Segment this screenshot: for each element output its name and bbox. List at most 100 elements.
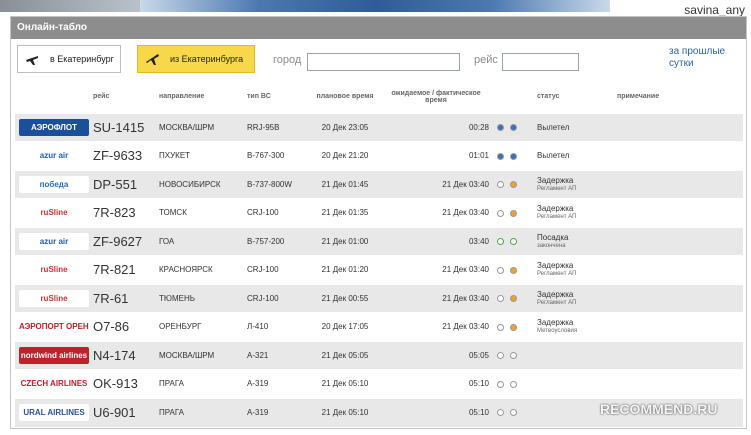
- panel-title: Онлайн-табло: [11, 17, 746, 39]
- airline-logo-cell: CZECH AIRLINES: [15, 370, 89, 399]
- col-note: примечание: [617, 93, 660, 101]
- top-background-left: [0, 0, 140, 12]
- status-indicators: [493, 370, 533, 399]
- airline-logo-cell: azur air: [15, 227, 89, 256]
- flights-table: рейс направление тип ВС плановое время о…: [15, 81, 743, 427]
- status-indicators: [493, 398, 533, 427]
- direction: ГОА: [159, 236, 175, 246]
- note-cell: [613, 341, 743, 370]
- direction: ПРАГА: [159, 379, 185, 389]
- status-text: Посадка: [537, 232, 569, 242]
- table-row: azur air ZF-9633 ПХУКЕТ B-767-300 20 Дек 21:…: [15, 141, 743, 171]
- status-text: Задержка: [537, 318, 574, 328]
- expected-time: 05:10: [468, 408, 489, 417]
- airline-logo: CZECH AIRLINES: [19, 375, 89, 393]
- note-cell: [613, 284, 743, 313]
- planned-time: 20 Дек 23:05: [321, 122, 369, 132]
- airline-logo-cell: АЭРОФЛОТ: [15, 113, 89, 142]
- status-dot-icon: [497, 380, 504, 388]
- table-row: АЭРОПОРТ ОРЕНБУРГO7-86 ОРЕНБУРГ Л-410 20 Де…: [15, 312, 743, 342]
- status-indicators: [493, 284, 533, 313]
- status-indicators: [493, 170, 533, 199]
- col-direction: направление: [159, 93, 205, 101]
- status-cell: Задержка Регламент АП: [533, 199, 613, 228]
- aircraft-type: CRJ-100: [247, 293, 279, 303]
- past-day-link[interactable]: за прошлые сутки: [669, 46, 743, 70]
- status-text: Вылетел: [537, 122, 570, 132]
- table-row: ruSline 7R-823 ТОМСК CRJ-100 21 Дек 01:35 21 …: [15, 198, 743, 228]
- expected-time: 21 Дек 03:40: [442, 265, 489, 275]
- plane-departure-icon: [146, 54, 159, 65]
- flight-number: OK-913: [93, 376, 138, 392]
- plane-arrival-icon: [26, 56, 38, 65]
- status-dot-icon: [497, 238, 504, 246]
- airline-logo: ruSline: [19, 289, 89, 307]
- user-watermark: savina_any: [684, 3, 745, 17]
- table-row: ruSline 7R-821 КРАСНОЯРСК CRJ-100 21 Дек 01:…: [15, 255, 743, 285]
- status-text: Задержка: [537, 204, 574, 214]
- airline-logo: ruSline: [19, 261, 89, 279]
- status-text: Задержка: [537, 175, 574, 185]
- flight-number: SU-1415: [93, 119, 145, 135]
- planned-time: 21 Дек 05:10: [321, 379, 369, 389]
- status-indicators: [493, 142, 533, 171]
- status-dot-icon: [497, 152, 504, 160]
- direction: НОВОСИБИРСК: [159, 179, 221, 189]
- status-reason: Регламент АП: [537, 271, 577, 278]
- planned-time: 20 Дек 17:05: [321, 322, 369, 332]
- status-dot-icon: [510, 152, 517, 160]
- status-reason: Метеоусловия: [537, 328, 578, 335]
- status-indicators: [493, 313, 533, 342]
- flight-number: ZF-9633: [93, 148, 143, 164]
- expected-time: 21 Дек 03:40: [442, 208, 489, 218]
- status-cell: [533, 370, 613, 399]
- status-cell: Задержка Регламент АП: [533, 256, 613, 285]
- airline-logo-cell: ruSline: [15, 284, 89, 313]
- status-indicators: [493, 113, 533, 142]
- departures-button[interactable]: из Екатеринбурга: [137, 45, 255, 73]
- expected-time: 03:40: [468, 236, 489, 246]
- aircraft-type: B-757-200: [247, 236, 285, 246]
- note-cell: [613, 227, 743, 256]
- table-row: ruSline 7R-61 ТЮМЕНЬ CRJ-100 21 Дек 00:55 21 …: [15, 284, 743, 313]
- aircraft-type: B-767-300: [247, 151, 285, 161]
- direction: МОСКВА/ШРМ: [159, 122, 215, 132]
- table-row: АЭРОФЛОТ SU-1415 МОСКВА/ШРМ RRJ-95B 20 Дек 2…: [15, 113, 743, 142]
- aircraft-type: A-319: [247, 408, 269, 417]
- airline-logo-cell: победа: [15, 170, 89, 199]
- status-text: Задержка: [537, 289, 574, 299]
- airline-logo-cell: ruSline: [15, 256, 89, 285]
- city-input[interactable]: [307, 53, 460, 71]
- planned-time: 20 Дек 21:20: [321, 151, 369, 161]
- arrivals-button[interactable]: в Екатеринбург: [17, 45, 121, 73]
- status-reason: Регламент АП: [537, 214, 577, 221]
- status-text: Задержка: [537, 261, 574, 271]
- status-dot-icon: [510, 124, 517, 132]
- expected-time: 00:28: [468, 122, 489, 132]
- note-cell: [613, 170, 743, 199]
- note-cell: [613, 313, 743, 342]
- flight-number: N4-174: [93, 347, 136, 363]
- col-status: статус: [537, 93, 560, 101]
- direction: МОСКВА/ШРМ: [159, 350, 215, 360]
- airline-logo-cell: URAL AIRLINES: [15, 398, 89, 427]
- col-planned: плановое время: [316, 93, 374, 101]
- status-dot-icon: [510, 181, 517, 189]
- airline-logo-cell: ruSline: [15, 199, 89, 228]
- airline-logo: azur air: [19, 147, 89, 165]
- airline-logo-cell: azur air: [15, 142, 89, 171]
- note-cell: [613, 113, 743, 142]
- toolbar: в Екатеринбург из Екатеринбурга город ре…: [11, 39, 746, 79]
- status-cell: Задержка Регламент АП: [533, 170, 613, 199]
- planned-time: 21 Дек 00:55: [321, 293, 369, 303]
- top-banner: [140, 0, 610, 12]
- status-dot-icon: [497, 266, 504, 274]
- airline-logo: победа: [19, 175, 89, 193]
- col-aircraft: тип ВС: [247, 93, 271, 101]
- airline-logo-cell: АЭРОПОРТ ОРЕНБУРГ: [15, 313, 89, 342]
- status-dot-icon: [510, 323, 517, 331]
- note-cell: [613, 370, 743, 399]
- status-text: Вылетел: [537, 151, 570, 161]
- flight-input[interactable]: [502, 53, 579, 71]
- status-indicators: [493, 227, 533, 256]
